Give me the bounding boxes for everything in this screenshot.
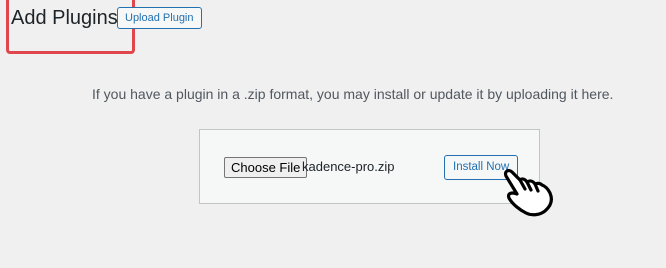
choose-file-button[interactable]: Choose File: [224, 157, 308, 178]
upload-help-text: If you have a plugin in a .zip format, y…: [92, 86, 614, 102]
highlight-annotation-box: [6, 0, 135, 54]
pointer-hand-icon: [503, 169, 553, 217]
selected-file-name: kadence-pro.zip: [302, 159, 395, 174]
upload-plugin-button[interactable]: Upload Plugin: [117, 7, 202, 29]
upload-plugin-panel: Choose File kadence-pro.zip Install Now: [199, 129, 540, 204]
